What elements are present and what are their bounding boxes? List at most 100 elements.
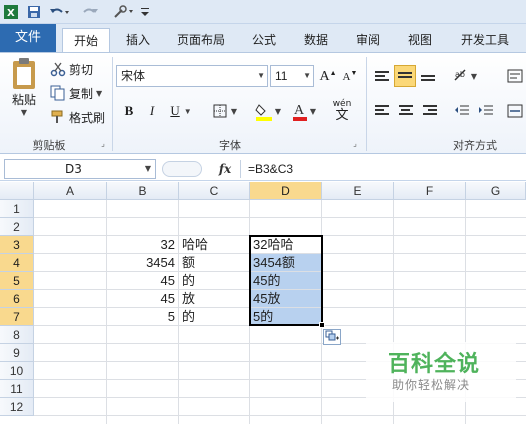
- align-bottom-button[interactable]: [418, 67, 438, 87]
- font-name-value: 宋体: [121, 69, 146, 83]
- chevron-down-icon: ▼: [274, 106, 282, 116]
- format-painter-button[interactable]: 格式刷: [50, 107, 108, 127]
- tab-view[interactable]: 视图: [398, 28, 442, 52]
- wrap-text-button[interactable]: [504, 65, 526, 87]
- dialog-launcher-icon[interactable]: ⌟: [98, 138, 108, 148]
- formula-input[interactable]: =B3&C3: [248, 159, 293, 179]
- cell-b7[interactable]: 5: [107, 308, 179, 326]
- watermark-title: 百科全说: [388, 352, 481, 377]
- insert-function-button[interactable]: fx: [212, 159, 238, 179]
- row-header-9[interactable]: 9: [0, 344, 34, 362]
- cell-d7[interactable]: 5的: [250, 308, 322, 326]
- italic-button[interactable]: I: [143, 101, 161, 121]
- row-header-8[interactable]: 8: [0, 326, 34, 344]
- increase-indent-button[interactable]: [476, 101, 496, 121]
- cell-d4[interactable]: 3454额: [250, 254, 322, 272]
- shrink-font-button[interactable]: A ▼: [340, 67, 360, 87]
- row-header-3[interactable]: 3: [0, 236, 34, 254]
- align-bottom-icon: [421, 75, 435, 87]
- cell-b5[interactable]: 45: [107, 272, 179, 290]
- cell-c3[interactable]: 哈哈: [179, 236, 250, 254]
- formula-bar-splitter[interactable]: [162, 161, 202, 177]
- align-right-button[interactable]: [420, 101, 440, 121]
- cell-b6[interactable]: 45: [107, 290, 179, 308]
- cell-c4[interactable]: 额: [179, 254, 250, 272]
- orientation-button[interactable]: ab ▼: [450, 65, 480, 87]
- excel-icon[interactable]: X: [3, 3, 19, 21]
- borders-button[interactable]: ▼: [210, 101, 240, 121]
- customize-icon[interactable]: [112, 3, 134, 21]
- row-header-2[interactable]: 2: [0, 218, 34, 236]
- cell-d3[interactable]: 32哈哈: [250, 236, 322, 254]
- tab-file[interactable]: 文件: [0, 24, 56, 52]
- cut-button[interactable]: 剪切: [50, 59, 100, 79]
- column-header-b[interactable]: B: [107, 182, 179, 200]
- bold-button[interactable]: B: [120, 101, 138, 121]
- font-size-select[interactable]: 11 ▼: [270, 65, 314, 87]
- underline-button[interactable]: U ▼: [166, 101, 196, 121]
- italic-label: I: [149, 103, 155, 118]
- fill-color-button[interactable]: ▼: [252, 99, 284, 123]
- align-top-button[interactable]: [372, 67, 392, 87]
- cell-b3[interactable]: 32: [107, 236, 179, 254]
- phonetic-button[interactable]: wén 文: [326, 97, 358, 125]
- row-header-11[interactable]: 11: [0, 380, 34, 398]
- paste-button[interactable]: 粘贴 ▼: [6, 57, 42, 117]
- name-box[interactable]: D3 ▼: [4, 159, 156, 179]
- cell-b4[interactable]: 3454: [107, 254, 179, 272]
- row-header-5[interactable]: 5: [0, 272, 34, 290]
- column-header-g[interactable]: G: [466, 182, 526, 200]
- tab-developer[interactable]: 开发工具: [452, 28, 518, 52]
- auto-fill-icon: [325, 330, 339, 341]
- row-header-12[interactable]: 12: [0, 398, 34, 416]
- dialog-launcher-icon[interactable]: ⌟: [350, 138, 360, 148]
- chevron-down-icon: ▼: [96, 88, 103, 98]
- copy-button[interactable]: 复制 ▼: [50, 83, 108, 103]
- undo-icon[interactable]: [48, 3, 70, 21]
- cell-c7[interactable]: 的: [179, 308, 250, 326]
- merge-icon: [507, 104, 523, 118]
- cell-c6[interactable]: 放: [179, 290, 250, 308]
- column-header-c[interactable]: C: [179, 182, 250, 200]
- column-header-e[interactable]: E: [322, 182, 394, 200]
- row-header-7[interactable]: 7: [0, 308, 34, 326]
- row-header-4[interactable]: 4: [0, 254, 34, 272]
- svg-text:ab: ab: [455, 70, 465, 79]
- column-header-a[interactable]: A: [34, 182, 107, 200]
- watermark: 百科全说 助你轻松解决: [366, 342, 516, 402]
- tab-review[interactable]: 审阅: [346, 28, 390, 52]
- font-name-select[interactable]: 宋体 ▼: [116, 65, 268, 87]
- row-header-6[interactable]: 6: [0, 290, 34, 308]
- tab-formulas[interactable]: 公式: [242, 28, 286, 52]
- align-top-icon: [375, 71, 389, 83]
- chevron-down-icon: ▼: [470, 71, 478, 81]
- tab-data[interactable]: 数据: [294, 28, 338, 52]
- cell-c5[interactable]: 的: [179, 272, 250, 290]
- merge-button[interactable]: [504, 101, 526, 121]
- align-left-button[interactable]: [372, 101, 392, 121]
- font-color-button[interactable]: A ▼: [288, 99, 320, 123]
- row-header-1[interactable]: 1: [0, 200, 34, 218]
- grow-font-button[interactable]: A ▲: [318, 67, 338, 87]
- qat-menu-icon[interactable]: [140, 3, 150, 21]
- cut-label: 剪切: [69, 62, 94, 77]
- fill-handle[interactable]: [319, 322, 325, 328]
- auto-fill-options-button[interactable]: [323, 329, 341, 345]
- tab-home[interactable]: 开始: [62, 28, 110, 52]
- select-all-corner[interactable]: [0, 182, 34, 200]
- redo-icon[interactable]: [80, 3, 102, 21]
- decrease-indent-button[interactable]: [452, 101, 472, 121]
- tab-insert[interactable]: 插入: [116, 28, 160, 52]
- save-icon[interactable]: [26, 3, 42, 21]
- column-header-f[interactable]: F: [394, 182, 466, 200]
- row-header-10[interactable]: 10: [0, 362, 34, 380]
- column-header-d[interactable]: D: [250, 182, 322, 200]
- align-middle-button[interactable]: [394, 65, 416, 87]
- quick-access-toolbar: X: [0, 0, 526, 24]
- tab-page-layout[interactable]: 页面布局: [168, 28, 234, 52]
- alignment-group-label: 对齐方式: [453, 139, 497, 152]
- cell-d5[interactable]: 45的: [250, 272, 322, 290]
- cell-d6[interactable]: 45放: [250, 290, 322, 308]
- align-center-button[interactable]: [396, 101, 416, 121]
- decrease-indent-icon: [455, 105, 469, 115]
